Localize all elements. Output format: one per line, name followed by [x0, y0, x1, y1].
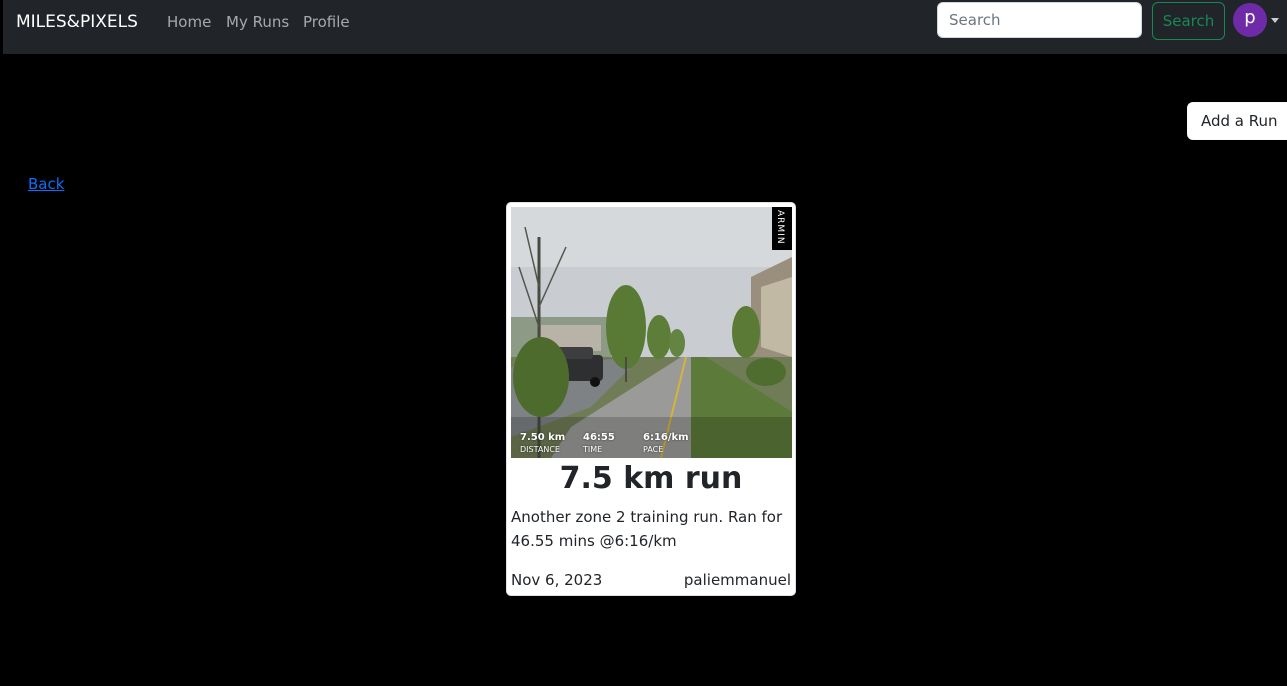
- back-link[interactable]: Back: [28, 174, 64, 194]
- search-button[interactable]: Search: [1152, 2, 1225, 40]
- add-run-button[interactable]: Add a Run: [1187, 102, 1287, 140]
- user-menu-toggle[interactable]: p: [1233, 3, 1283, 39]
- run-date: Nov 6, 2023: [511, 571, 603, 589]
- run-username: paliemmanuel: [683, 571, 791, 589]
- run-title: 7.5 km run: [559, 461, 743, 496]
- nav-link-profile[interactable]: Profile: [303, 12, 350, 32]
- search-input[interactable]: [937, 2, 1142, 38]
- photo-stat-distance-value: 7.50 km: [520, 432, 566, 443]
- nav-link-my-runs[interactable]: My Runs: [226, 12, 289, 32]
- photo-stat-pace-label: PACE: [643, 445, 664, 454]
- run-card: ARMIN 7.50 km DISTANCE 46:55 TIME 6:16/k…: [506, 202, 796, 596]
- top-navbar: MILES&PIXELS Home My Runs Profile Search…: [3, 0, 1287, 54]
- garmin-watermark: ARMIN: [772, 207, 792, 250]
- photo-stat-distance-label: DISTANCE: [520, 445, 560, 454]
- chevron-down-icon: [1271, 18, 1279, 23]
- run-photo: ARMIN 7.50 km DISTANCE 46:55 TIME 6:16/k…: [511, 207, 792, 458]
- brand-logo[interactable]: MILES&PIXELS: [16, 11, 138, 33]
- photo-stat-time-value: 46:55: [583, 432, 615, 443]
- photo-stat-time-label: TIME: [583, 445, 603, 454]
- run-description: Another zone 2 training run. Ran for 46.…: [511, 508, 783, 550]
- run-photo-scene: [511, 207, 792, 458]
- user-avatar: p: [1233, 3, 1267, 37]
- nav-link-home[interactable]: Home: [167, 12, 211, 32]
- photo-stat-pace-value: 6:16/km: [643, 432, 689, 443]
